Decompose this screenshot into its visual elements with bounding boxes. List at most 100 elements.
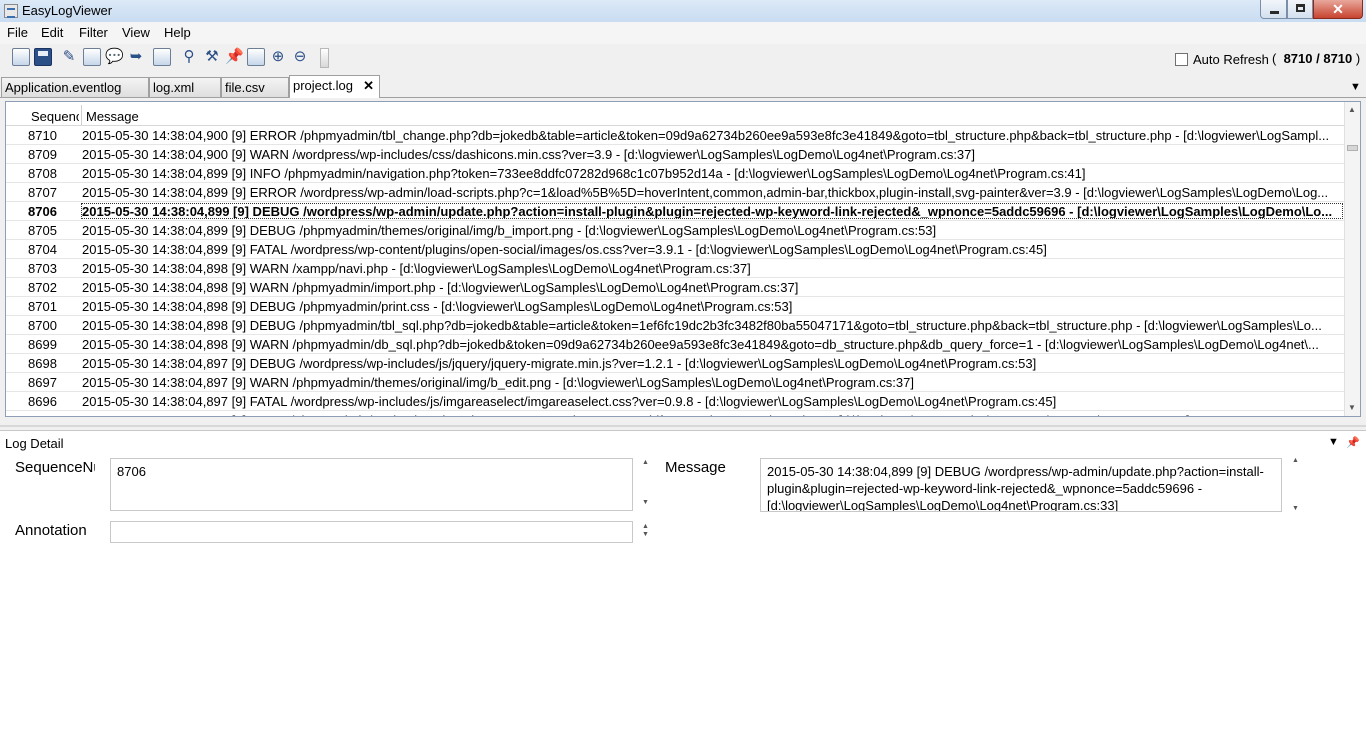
row-sequence: 8705 [28,223,57,238]
forward-icon[interactable]: ➥ [127,48,145,66]
grid-vertical-scrollbar[interactable]: ▲ ▼ [1344,102,1360,416]
row-sequence: 8698 [28,356,57,371]
table-row[interactable]: 8705 2015-05-30 14:38:04,899 [9] DEBUG /p… [6,221,1344,240]
zoom-out-icon[interactable]: ⊖ [291,48,309,66]
panel-menu-icon[interactable]: ▼ [1328,436,1339,448]
message-field[interactable]: 2015-05-30 14:38:04,899 [9] DEBUG /wordp… [760,458,1282,512]
layout-icon[interactable] [247,48,265,66]
grid-header: Sequence Message [6,105,1344,126]
column-divider[interactable] [81,105,82,125]
row-sequence: 8703 [28,261,57,276]
document-tabs: Application.eventlog log.xml file.csv pr… [0,75,1366,98]
tab-file-csv[interactable]: file.csv [221,77,289,97]
row-message: 2015-05-30 14:38:04,900 [9] ERROR /phpmy… [82,128,1330,143]
table-row[interactable]: 8701 2015-05-30 14:38:04,898 [9] DEBUG /p… [6,297,1344,316]
maximize-button[interactable] [1287,0,1313,19]
row-sequence: 8697 [28,375,57,390]
table-row[interactable]: 8709 2015-05-30 14:38:04,900 [9] WARN /wo… [6,145,1344,164]
edit-icon[interactable]: ✎ [60,48,78,66]
panel-splitter[interactable] [0,425,1366,427]
toolbar: ✎ 💬 ➥ ⚲ ⚒ 📌 ⊕ ⊖ Auto Refresh ( 8710 / 87… [0,44,1366,72]
window-icon[interactable] [83,48,101,66]
row-sequence: 8709 [28,147,57,162]
row-message: 2015-05-30 14:38:04,897 [9] DEBUG /wordp… [82,356,1037,371]
tools-icon[interactable]: ⚒ [203,48,221,66]
row-sequence: 8700 [28,318,57,333]
tab-label: Application.eventlog [5,80,122,95]
auto-refresh-toggle[interactable]: Auto Refresh [1175,51,1269,67]
sequence-field[interactable]: 8706 [110,458,633,511]
scroll-thumb[interactable] [1347,145,1358,151]
log-grid[interactable]: Sequence Message 8710 2015-05-30 14:38:04… [5,101,1361,417]
annotation-field[interactable] [110,521,633,543]
row-sequence: 8701 [28,299,57,314]
find-icon[interactable]: ⚲ [180,48,198,66]
menu-file[interactable]: File [7,25,28,40]
row-sequence: 8695 [28,413,78,416]
log-detail-panel: Log Detail ▼ 📌 SequenceNu 8706 ▲ ▼ Annota… [0,430,1366,729]
row-message: 2015-05-30 14:38:04,898 [9] DEBUG /phpmy… [82,318,1322,333]
table-row[interactable]: 8697 2015-05-30 14:38:04,897 [9] WARN /ph… [6,373,1344,392]
row-sequence: 8707 [28,185,57,200]
annotation-scroll-icon[interactable]: ▲ ▼ [642,523,649,539]
table-row[interactable]: 8708 2015-05-30 14:38:04,899 [9] INFO /ph… [6,164,1344,183]
pin-icon[interactable]: 📌 [225,48,244,66]
table-row[interactable]: 8706 2015-05-30 14:38:04,899 [9] DEBUG /w… [6,202,1344,221]
tab-list-dropdown-icon[interactable]: ▼ [1350,81,1361,93]
window-title: EasyLogViewer [22,3,113,18]
table-row[interactable]: 8704 2015-05-30 14:38:04,899 [9] FATAL /w… [6,240,1344,259]
scroll-down-icon[interactable]: ▼ [1348,403,1356,412]
tab-application-eventlog[interactable]: Application.eventlog [1,77,149,97]
sequence-label: SequenceNu [15,459,95,476]
menu-edit[interactable]: Edit [41,25,63,40]
table-row[interactable]: 8710 2015-05-30 14:38:04,900 [9] ERROR /p… [6,126,1344,145]
row-sequence: 8704 [28,242,57,257]
row-message: 2015-05-30 14:38:04,898 [9] WARN /phpmya… [82,337,1319,352]
minimize-button[interactable] [1260,0,1287,19]
save-icon[interactable] [34,48,52,66]
detail-panel-title: Log Detail [5,436,64,451]
toolbar-overflow-grip[interactable] [320,48,329,68]
table-row[interactable]: 8703 2015-05-30 14:38:04,898 [9] WARN /xa… [6,259,1344,278]
tab-label: file.csv [225,80,265,95]
table-row[interactable]: 8698 2015-05-30 14:38:04,897 [9] DEBUG /w… [6,354,1344,373]
tab-close-icon[interactable]: ✕ [363,78,374,94]
menu-filter[interactable]: Filter [79,25,108,40]
pin-panel-icon[interactable]: 📌 [1346,436,1360,449]
column-header-message[interactable]: Message [86,109,139,124]
scroll-up-icon[interactable]: ▲ [1348,105,1356,114]
table-row[interactable]: 8707 2015-05-30 14:38:04,899 [9] ERROR /w… [6,183,1344,202]
tab-project-log[interactable]: project.log ✕ [289,75,380,98]
row-message: 2015-05-30 14:38:04,900 [9] WARN /wordpr… [82,147,976,162]
zoom-in-icon[interactable]: ⊕ [269,48,287,66]
open-icon[interactable] [12,48,30,66]
annotation-label: Annotation [15,522,87,539]
counter-value: 8710 / 8710 [1283,51,1353,66]
table-row[interactable]: 8700 2015-05-30 14:38:04,898 [9] DEBUG /p… [6,316,1344,335]
row-message: 2015-05-30 14:38:04,897 [9] FATAL /phpmy… [82,413,1342,416]
title-bar: EasyLogViewer ✕ [0,0,1366,22]
message-scroll-icon[interactable]: ▲ ▼ [1292,457,1299,513]
row-message: 2015-05-30 14:38:04,899 [9] DEBUG /phpmy… [82,223,937,238]
table-row[interactable]: 8699 2015-05-30 14:38:04,898 [9] WARN /ph… [6,335,1344,354]
app-icon [4,4,18,18]
tab-log-xml[interactable]: log.xml [149,77,221,97]
menu-view[interactable]: View [122,25,150,40]
table-row[interactable]: 8696 2015-05-30 14:38:04,897 [9] FATAL /w… [6,392,1344,411]
table-row[interactable]: 8702 2015-05-30 14:38:04,898 [9] WARN /ph… [6,278,1344,297]
menu-bar: File Edit Filter View Help [0,22,1366,44]
column-header-sequence[interactable]: Sequence [31,109,79,124]
counter-close: ) [1355,51,1361,66]
close-window-button[interactable]: ✕ [1313,0,1363,19]
menu-help[interactable]: Help [164,25,191,40]
tab-label: project.log [293,78,353,93]
auto-refresh-label: Auto Refresh [1193,51,1269,67]
sequence-scroll-icon[interactable]: ▲ ▼ [642,459,649,507]
table-row[interactable]: 8695 2015-05-30 14:38:04,897 [9] FATAL /p… [6,411,1344,416]
message-label: Message [665,459,726,476]
comment-icon[interactable]: 💬 [105,48,124,66]
auto-refresh-checkbox[interactable] [1175,52,1188,66]
record-counter: ( 8710 / 8710 ) [1272,51,1360,66]
list-icon[interactable] [153,48,171,66]
row-sequence: 8708 [28,166,57,181]
